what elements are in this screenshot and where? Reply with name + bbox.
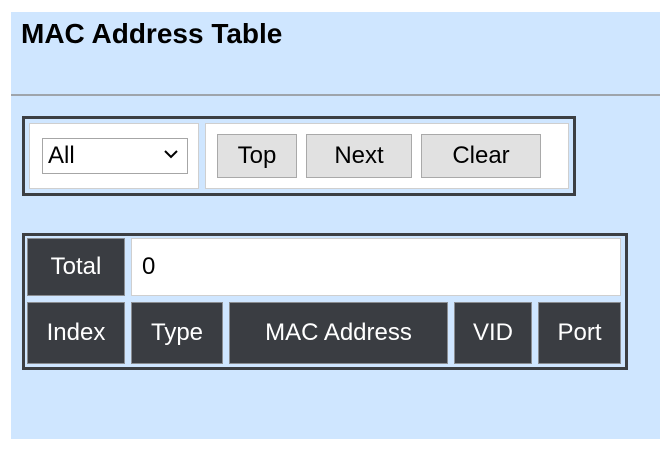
clear-button[interactable]: Clear — [421, 134, 541, 178]
page-title: MAC Address Table — [21, 18, 283, 49]
mac-address-table: Total 0 Index Type MAC Address VID Port — [22, 233, 628, 370]
total-value: 0 — [131, 238, 621, 296]
column-header-mac-address: MAC Address — [229, 302, 448, 364]
filter-select[interactable]: All — [42, 138, 188, 174]
title-divider — [11, 94, 660, 96]
chevron-down-icon — [164, 150, 178, 159]
column-header-port: Port — [538, 302, 621, 364]
content-panel: MAC Address Table All Top Next Clear Tot… — [11, 12, 660, 439]
column-header-type: Type — [131, 302, 223, 364]
column-header-vid: VID — [454, 302, 532, 364]
filter-select-value: All — [48, 142, 75, 169]
next-button[interactable]: Next — [306, 134, 412, 178]
top-button[interactable]: Top — [217, 134, 297, 178]
filter-cell: All — [29, 123, 199, 189]
column-header-index: Index — [27, 302, 125, 364]
control-toolbar: All Top Next Clear — [22, 116, 576, 196]
total-label: Total — [27, 238, 125, 296]
buttons-cell: Top Next Clear — [205, 123, 569, 189]
